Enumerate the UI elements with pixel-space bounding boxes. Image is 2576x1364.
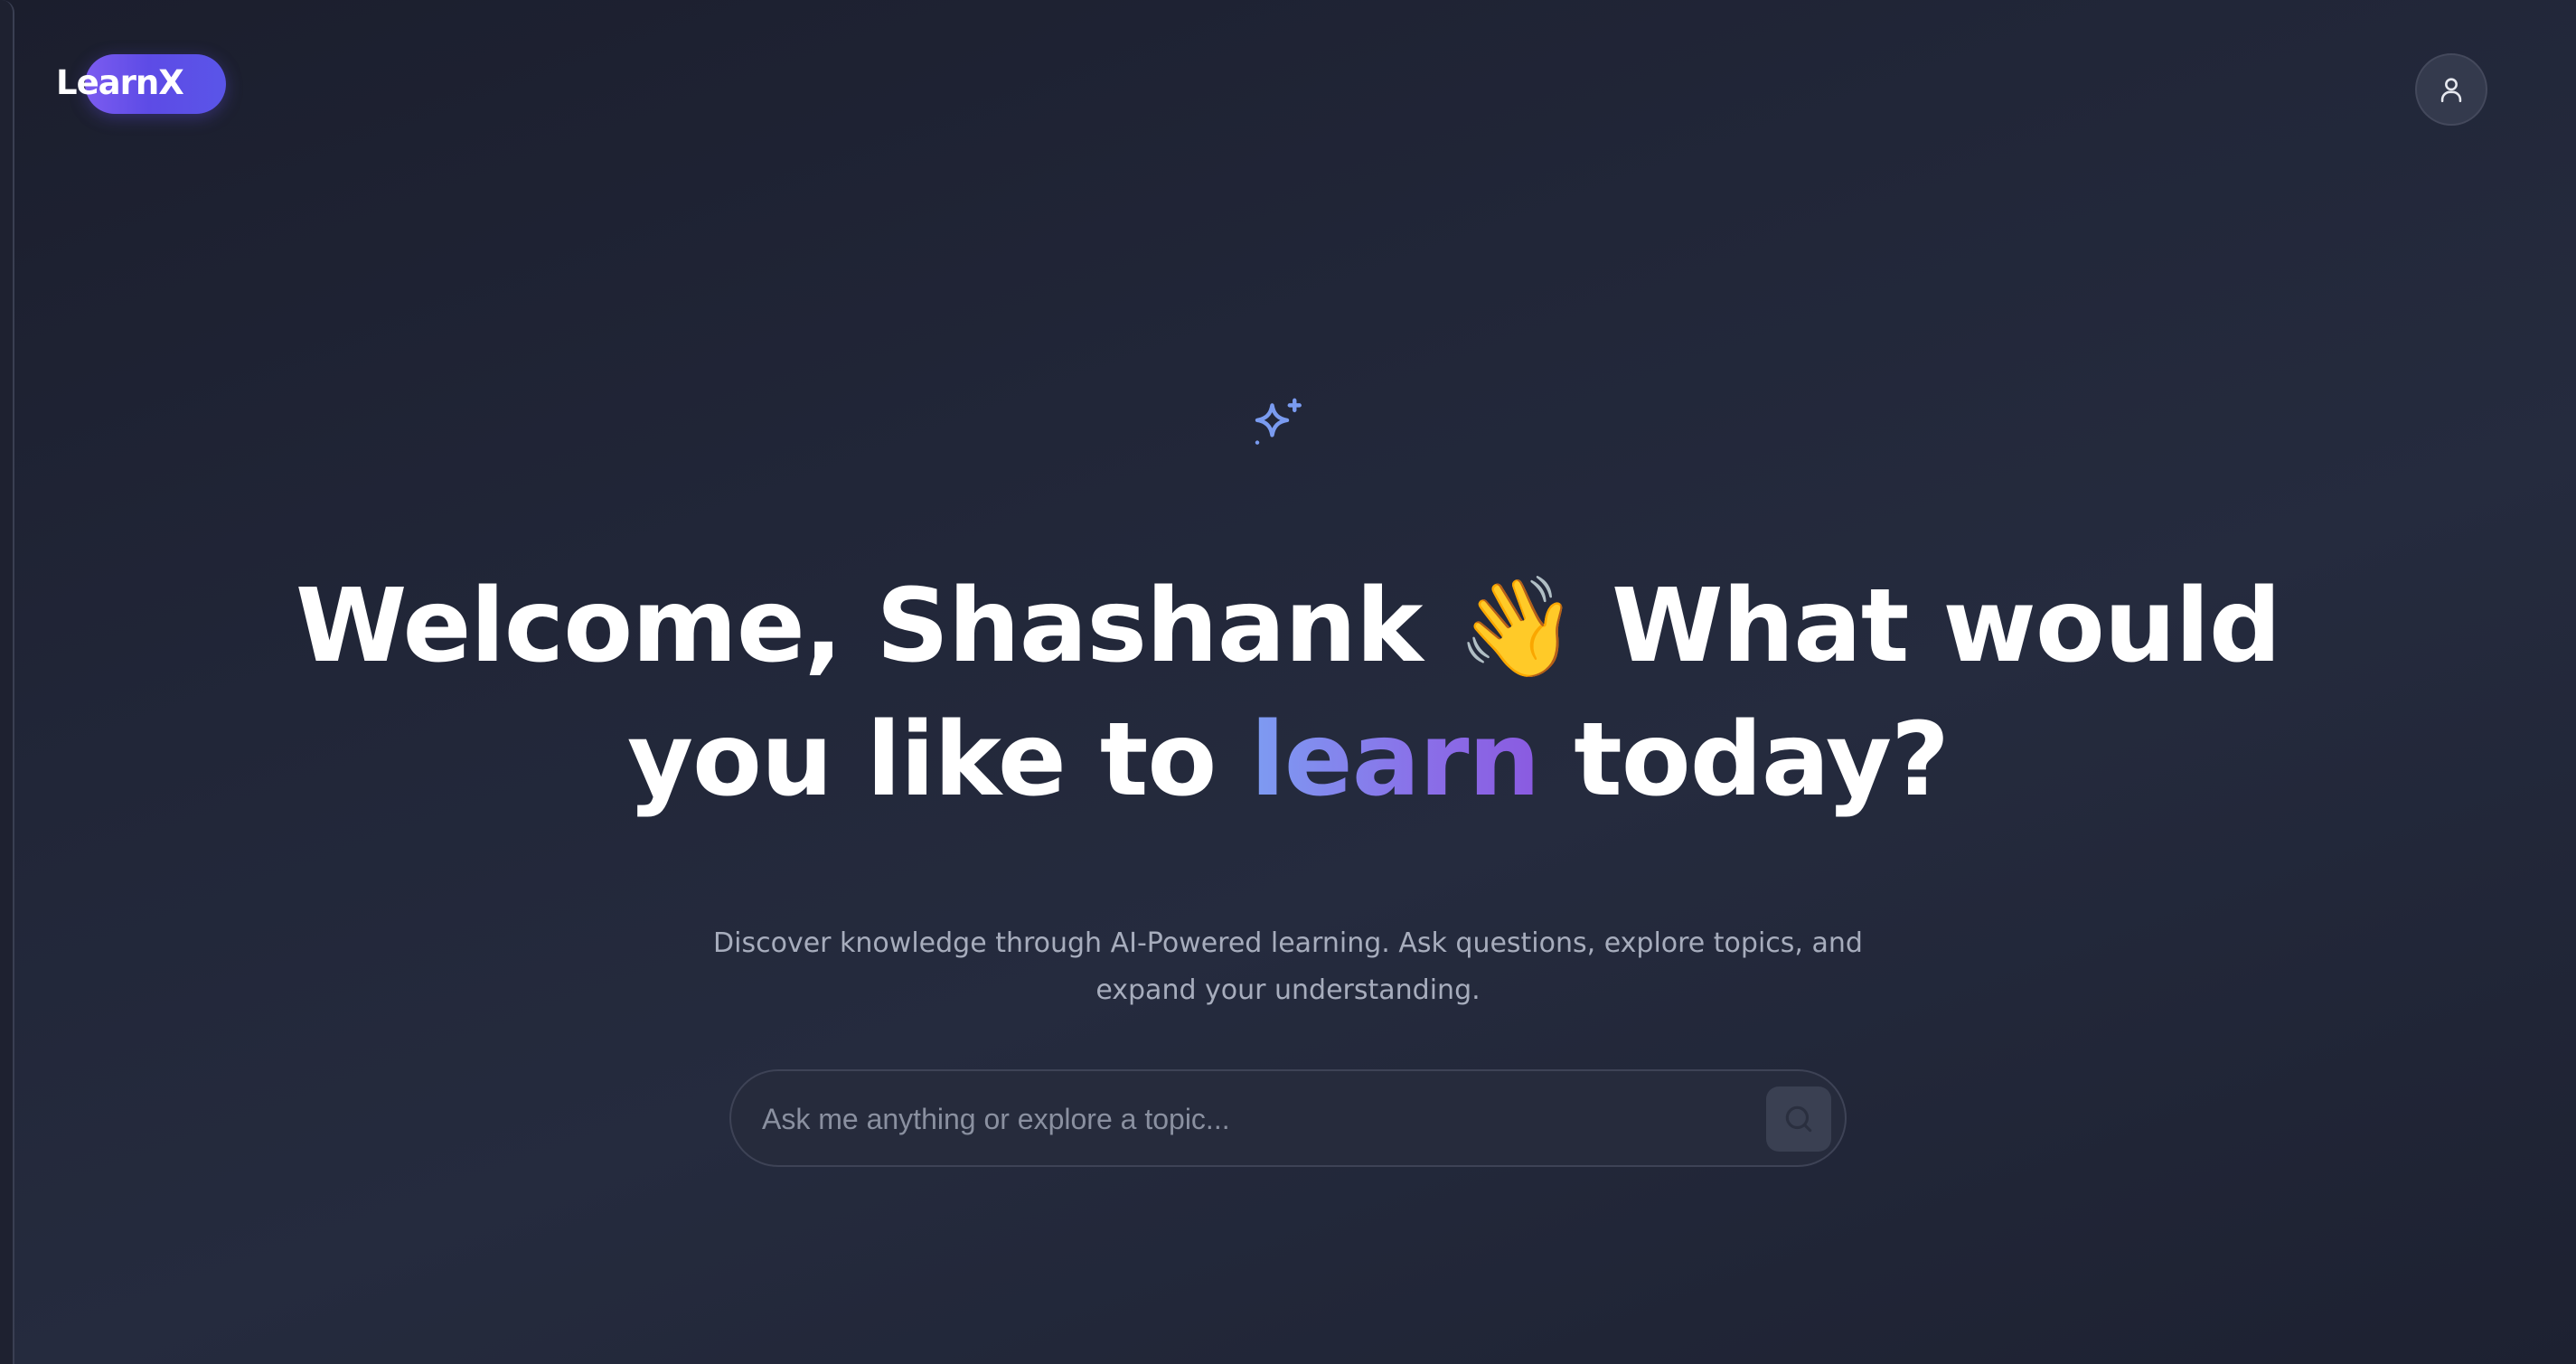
sparkles-icon (1255, 398, 1302, 445)
waving-hand-emoji: 👋 (1456, 571, 1578, 684)
headline-accent-word: learn (1250, 701, 1540, 819)
search-button[interactable] (1766, 1086, 1831, 1152)
logo-text: LearnX (56, 63, 184, 102)
welcome-headline: Welcome, Shashank 👋 What would you like … (271, 560, 2305, 826)
headline-greeting: Welcome, Shashank (295, 568, 1424, 685)
search-icon (1785, 1105, 1812, 1133)
user-icon (2440, 78, 2462, 103)
window-edge (0, 0, 14, 1364)
top-bar: LearnX (0, 0, 2576, 172)
profile-button[interactable] (2415, 53, 2487, 126)
search-input[interactable] (760, 1089, 1740, 1149)
headline-end: today? (1574, 701, 1950, 819)
hero-subtitle: Discover knowledge through AI-Powered le… (713, 927, 1863, 1006)
search-bar (729, 1069, 1847, 1167)
learnx-logo[interactable]: LearnX (56, 52, 228, 116)
